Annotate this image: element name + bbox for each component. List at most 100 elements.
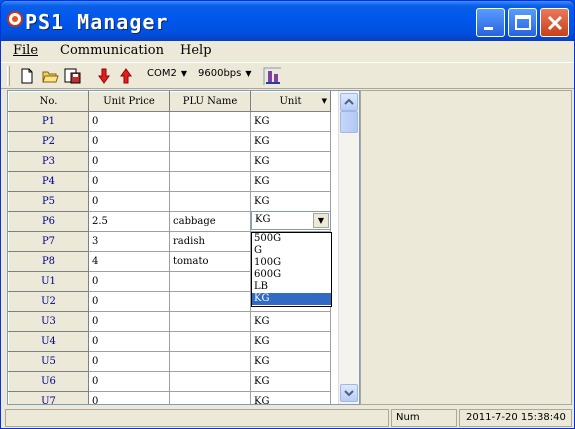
baud-select[interactable]: 9600bps ▼ [198,68,252,79]
table-row[interactable]: U4 0 KG [8,331,331,352]
app-icon[interactable] [7,11,23,27]
plu-name-cell[interactable]: radish [169,231,251,252]
toolbar-grip[interactable] [7,66,10,86]
unit-price-cell[interactable]: 0 [88,291,170,312]
unit-option[interactable]: LB [252,281,331,293]
table-row[interactable]: U3 0 KG [8,311,331,332]
maximize-button[interactable] [508,8,537,37]
scroll-down-button[interactable] [340,384,358,402]
vertical-scrollbar[interactable] [338,91,359,404]
plu-name-cell[interactable]: tomato [169,251,251,272]
row-header[interactable]: U4 [8,331,89,352]
row-header[interactable]: P8 [8,251,89,272]
row-header[interactable]: U5 [8,351,89,372]
title-bar[interactable]: PS1 Manager [1,1,574,41]
unit-cell[interactable]: KG [250,351,331,372]
table-row[interactable]: U7 0 KG [8,391,331,404]
row-header[interactable]: U3 [8,311,89,332]
port-select[interactable]: COM2 ▼ [147,68,187,79]
close-button[interactable] [540,8,569,37]
unit-option[interactable]: 600G [252,269,331,281]
plu-name-cell[interactable] [169,291,251,312]
col-header-unit[interactable]: Unit ▼ [250,91,331,112]
plu-name-cell[interactable] [169,171,251,192]
table-row[interactable]: P3 0 KG [8,151,331,172]
unit-price-cell[interactable]: 0 [88,111,170,132]
row-header[interactable]: U2 [8,291,89,312]
row-header[interactable]: P3 [8,151,89,172]
col-header-plu-name[interactable]: PLU Name [169,91,251,112]
unit-cell[interactable]: KG [250,311,331,332]
unit-cell[interactable]: KG [250,131,331,152]
plu-name-cell[interactable] [169,371,251,392]
unit-header-dropdown-icon[interactable]: ▼ [322,97,327,105]
connect-icon[interactable] [263,67,281,85]
menu-file[interactable]: File [13,43,38,58]
row-header[interactable]: P2 [8,131,89,152]
unit-cell[interactable]: KG [250,171,331,192]
unit-price-cell[interactable]: 0 [88,351,170,372]
unit-price-cell[interactable]: 0 [88,311,170,332]
unit-price-cell[interactable]: 3 [88,231,170,252]
download-arrow-icon[interactable] [95,67,113,85]
unit-price-cell[interactable]: 0 [88,131,170,152]
unit-price-cell[interactable]: 0 [88,371,170,392]
row-header[interactable]: P5 [8,191,89,212]
new-file-icon[interactable] [18,67,36,85]
upload-arrow-icon[interactable] [117,67,135,85]
unit-combo-button[interactable]: ▼ [313,213,329,228]
table-row[interactable]: P5 0 KG [8,191,331,212]
unit-price-cell[interactable]: 0 [88,171,170,192]
minimize-button[interactable] [476,8,505,37]
unit-option[interactable]: 500G [252,233,331,245]
unit-cell[interactable]: KG [250,191,331,212]
unit-price-cell[interactable]: 0 [88,191,170,212]
unit-price-cell[interactable]: 0 [88,151,170,172]
save-icon[interactable] [63,67,81,85]
menu-communication[interactable]: Communication [60,43,164,58]
unit-cell[interactable]: KG [250,151,331,172]
plu-name-cell[interactable] [169,131,251,152]
scroll-up-button[interactable] [340,93,358,111]
col-header-no[interactable]: No. [8,91,89,112]
plu-name-cell[interactable] [169,351,251,372]
plu-name-cell[interactable] [169,151,251,172]
plu-name-cell[interactable] [169,191,251,212]
unit-price-cell[interactable]: 0 [88,271,170,292]
plu-name-cell[interactable]: cabbage [169,211,251,232]
menu-help[interactable]: Help [180,43,212,58]
unit-price-cell[interactable]: 0 [88,331,170,352]
open-folder-icon[interactable] [41,67,59,85]
row-header[interactable]: U1 [8,271,89,292]
table-row[interactable]: U6 0 KG [8,371,331,392]
row-header[interactable]: P6 [8,211,89,232]
plu-name-cell[interactable] [169,271,251,292]
row-header[interactable]: P1 [8,111,89,132]
table-row[interactable]: P1 0 KG [8,111,331,132]
unit-option[interactable]: 100G [252,257,331,269]
unit-combo[interactable]: KG ▼ [251,211,331,230]
unit-price-cell[interactable]: 2.5 [88,211,170,232]
row-header[interactable]: U6 [8,371,89,392]
table-row[interactable]: U5 0 KG [8,351,331,372]
unit-cell[interactable]: KG [250,371,331,392]
baud-dropdown-icon: ▼ [245,69,252,78]
scroll-thumb[interactable] [340,111,358,133]
plu-name-cell[interactable] [169,111,251,132]
plu-name-cell[interactable] [169,391,251,404]
unit-cell[interactable]: KG [250,331,331,352]
row-header[interactable]: P4 [8,171,89,192]
plu-name-cell[interactable] [169,311,251,332]
unit-cell[interactable]: KG [250,391,331,404]
table-row[interactable]: P2 0 KG [8,131,331,152]
table-row[interactable]: P4 0 KG [8,171,331,192]
unit-option[interactable]: G [252,245,331,257]
unit-price-cell[interactable]: 0 [88,391,170,404]
row-header[interactable]: P7 [8,231,89,252]
row-header[interactable]: U7 [8,391,89,404]
col-header-unit-price[interactable]: Unit Price [88,91,170,112]
plu-name-cell[interactable] [169,331,251,352]
unit-cell[interactable]: KG [250,111,331,132]
unit-option[interactable]: KG [252,293,331,305]
unit-price-cell[interactable]: 4 [88,251,170,272]
